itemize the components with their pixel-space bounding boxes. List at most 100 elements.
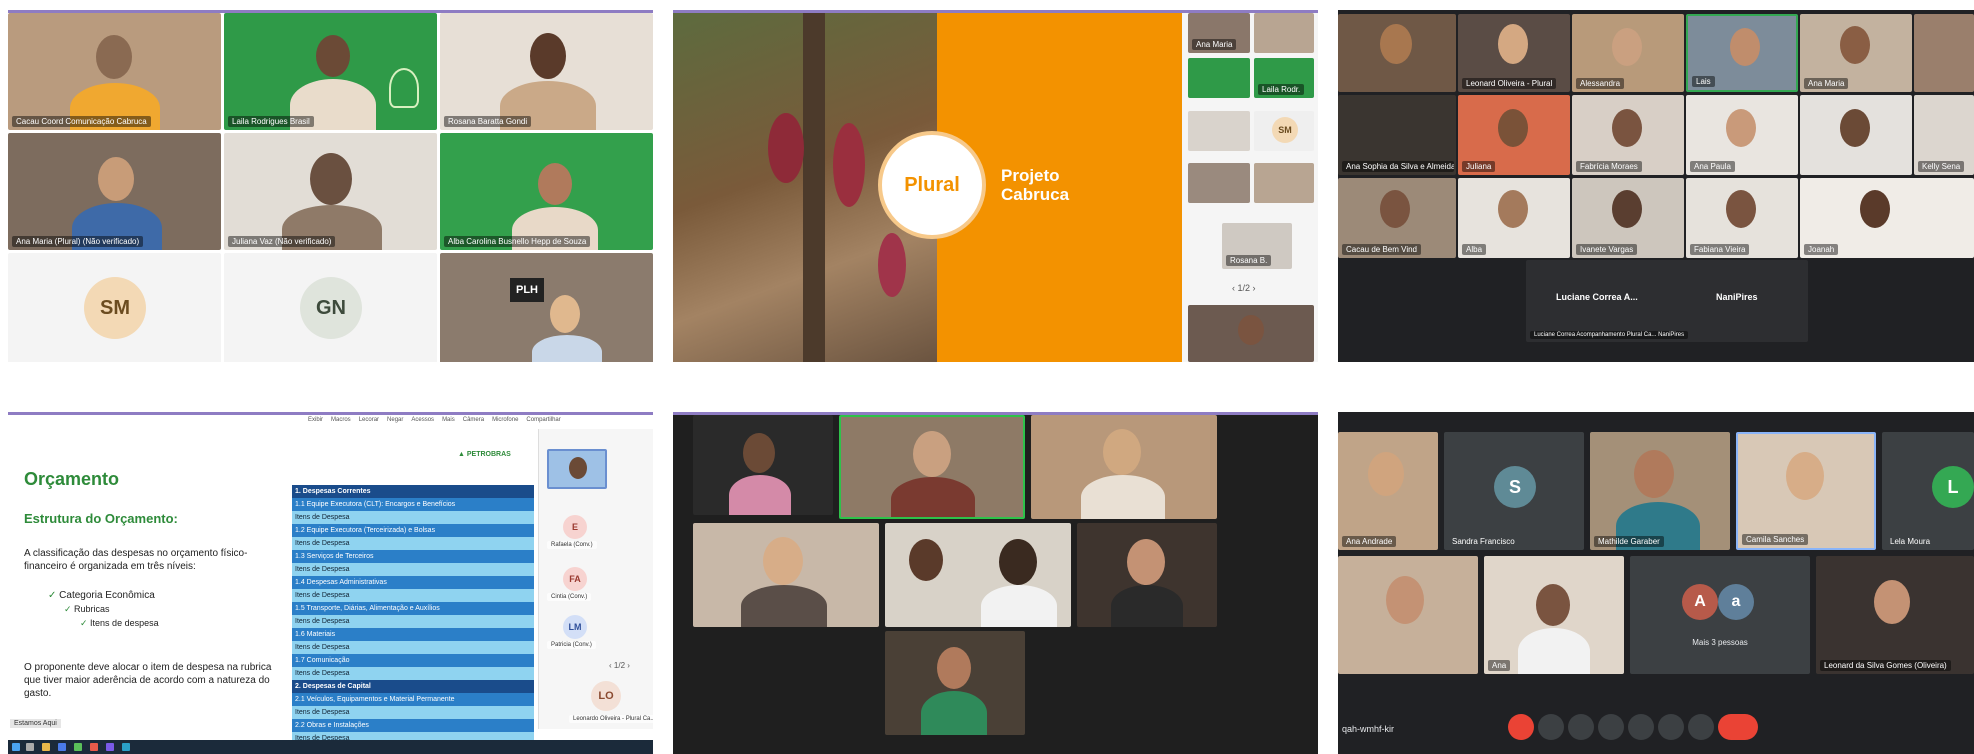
emoji-button[interactable] [1598,714,1624,740]
pager[interactable]: ‹ 1/2 › [1232,283,1256,293]
participant-thumb[interactable] [1254,13,1314,53]
ribbon-item[interactable]: Câmera [463,417,484,429]
participant-tile[interactable]: Ivanete Vargas [1572,178,1684,258]
participant-tile[interactable]: Ana Maria [1800,14,1912,92]
participant-tile[interactable] [1338,556,1478,674]
ribbon-item[interactable]: Negar [387,417,403,429]
participant-tile[interactable]: Laila Rodrigues Brasil [224,13,437,130]
participant-tile[interactable]: GN [224,253,437,362]
participant-tile[interactable] [1800,95,1912,175]
participant-thumb[interactable] [1188,111,1250,151]
participant-tile[interactable]: Alba Carolina Busnello Hepp de Souza [440,133,653,250]
info-button[interactable] [1858,714,1884,740]
participant-thumb[interactable]: Rosana B. [1222,223,1292,269]
shared-slide-plural: Plural Projeto Cabruca Ana Maria Laila R… [673,10,1318,362]
ribbon-item[interactable]: Lecorar [359,417,379,429]
app-icon[interactable] [58,743,66,751]
participant-tile[interactable] [1031,415,1217,519]
participant-tile[interactable]: Alessandra [1572,14,1684,92]
level-item: ✓ Rubricas [64,604,110,614]
ribbon-item[interactable]: Mais [442,417,455,429]
participant-tile[interactable] [1338,14,1456,92]
participant-tile[interactable] [839,415,1025,519]
participant-tile[interactable]: Cacau de Bem Vind [1338,178,1456,258]
participant-tile[interactable]: Ana Sophia da Silva e Almeida [1338,95,1456,175]
participant-tile[interactable]: Mathilde Garaber [1590,432,1730,550]
participant-tile[interactable]: Juliana Vaz (Não verificado) [224,133,437,250]
people-button[interactable] [1886,714,1912,740]
participant-thumb[interactable]: Ana Maria [1188,13,1250,53]
participant-tile[interactable]: Alba [1458,178,1570,258]
participant-group-tile[interactable]: A a Mais 3 pessoas [1630,556,1810,674]
ribbon-item[interactable]: Compartilhar [526,417,560,429]
app-icon[interactable] [90,743,98,751]
present-button[interactable] [1628,714,1654,740]
participant-tile[interactable]: Juliana [1458,95,1570,175]
pager[interactable]: ‹ 1/2 › [609,661,630,670]
participant-tile[interactable]: Rosana Baratta Gondi [440,13,653,130]
participant-tile[interactable]: Fabiana Vieira [1686,178,1798,258]
participant-tile[interactable]: Leonard Oliveira - Plural [1458,14,1570,92]
participant-tile[interactable]: Ana [1484,556,1624,674]
participant-tile[interactable] [693,415,833,515]
budget-row: 2.1 Veículos, Equipamentos e Material Pe… [292,693,534,706]
search-icon[interactable] [26,743,34,751]
participant-tile[interactable]: Ana Maria (Plural) (Não verificado) [8,133,221,250]
participant-caption: Luciane Correa Acompanhamento Plural Ca.… [1530,331,1689,339]
app-icon[interactable] [42,743,50,751]
app-icon[interactable] [74,743,82,751]
participant-tile[interactable]: Lais [1686,14,1798,92]
participant-tile[interactable] [885,523,1071,627]
participant-name: Cacau de Bem Vind [1342,244,1422,255]
ribbon-item[interactable]: Macros [331,417,351,429]
participant-tile[interactable]: PLH [440,253,653,362]
mic-off-button[interactable] [1508,714,1534,740]
participant-tile[interactable]: Joanah [1800,178,1974,258]
participant-tile[interactable]: Ana Paula [1686,95,1798,175]
participant-thumb[interactable] [1188,163,1250,203]
participant-thumb[interactable]: SM [1254,111,1314,151]
participant-thumb[interactable] [1188,58,1250,98]
avatar: LO [591,681,621,711]
participant-tile[interactable]: Kelly Sena [1914,95,1974,175]
participant-tile[interactable] [1077,523,1217,627]
budget-row: 2. Despesas de Capital [292,680,534,693]
activities-button[interactable] [1942,714,1968,740]
participant-name: Laila Rodr. [1258,84,1305,95]
participant-tile[interactable]: L Lela Moura [1882,432,1974,550]
start-icon[interactable] [12,743,20,751]
chat-button[interactable] [1914,714,1940,740]
participant-tile[interactable]: SM [8,253,221,362]
participant-thumb[interactable] [1254,163,1314,203]
participant-name: Alba [1462,244,1487,255]
participant-tile[interactable]: Cacau Coord Comunicação Cabruca [8,13,221,130]
budget-row: 1.5 Transporte, Diárias, Alimentação e A… [292,602,534,615]
participant-tile[interactable]: Ana Andrade [1338,432,1438,550]
plural-logo-text: Plural [904,173,960,196]
ribbon-item[interactable]: Microfone [492,417,518,429]
budget-row: 1.3 Serviços de Terceiros [292,550,534,563]
participant-tile[interactable] [1914,14,1974,92]
ribbon-item[interactable]: Acessos [411,417,434,429]
participant-group-tile[interactable]: Luciane Correa A... NaniPires Luciane Co… [1526,260,1808,342]
captions-button[interactable] [1568,714,1594,740]
app-icon[interactable] [106,743,114,751]
participant-thumb[interactable] [1188,305,1314,362]
participant-tile[interactable] [693,523,879,627]
participant-thumb[interactable]: Laila Rodr. [1254,58,1314,98]
plural-logo: Plural [878,131,986,239]
app-icon[interactable] [122,743,130,751]
participant-tile[interactable]: S Sandra Francisco [1444,432,1584,550]
participant-thumb[interactable] [547,449,607,489]
more-options-button[interactable] [1688,714,1714,740]
participant-tile[interactable] [885,631,1025,735]
participant-name: Patricia (Conv.) [547,641,596,649]
ribbon-item[interactable]: Exibir [308,417,323,429]
avatar: L [1932,466,1974,508]
camera-button[interactable] [1538,714,1564,740]
participant-tile[interactable]: Leonard da Silva Gomes (Oliveira) [1816,556,1974,674]
participant-tile[interactable]: Fabrícia Moraes [1572,95,1684,175]
participant-tile[interactable]: Camila Sanches [1736,432,1876,550]
end-call-button[interactable] [1718,714,1758,740]
raise-hand-button[interactable] [1658,714,1684,740]
